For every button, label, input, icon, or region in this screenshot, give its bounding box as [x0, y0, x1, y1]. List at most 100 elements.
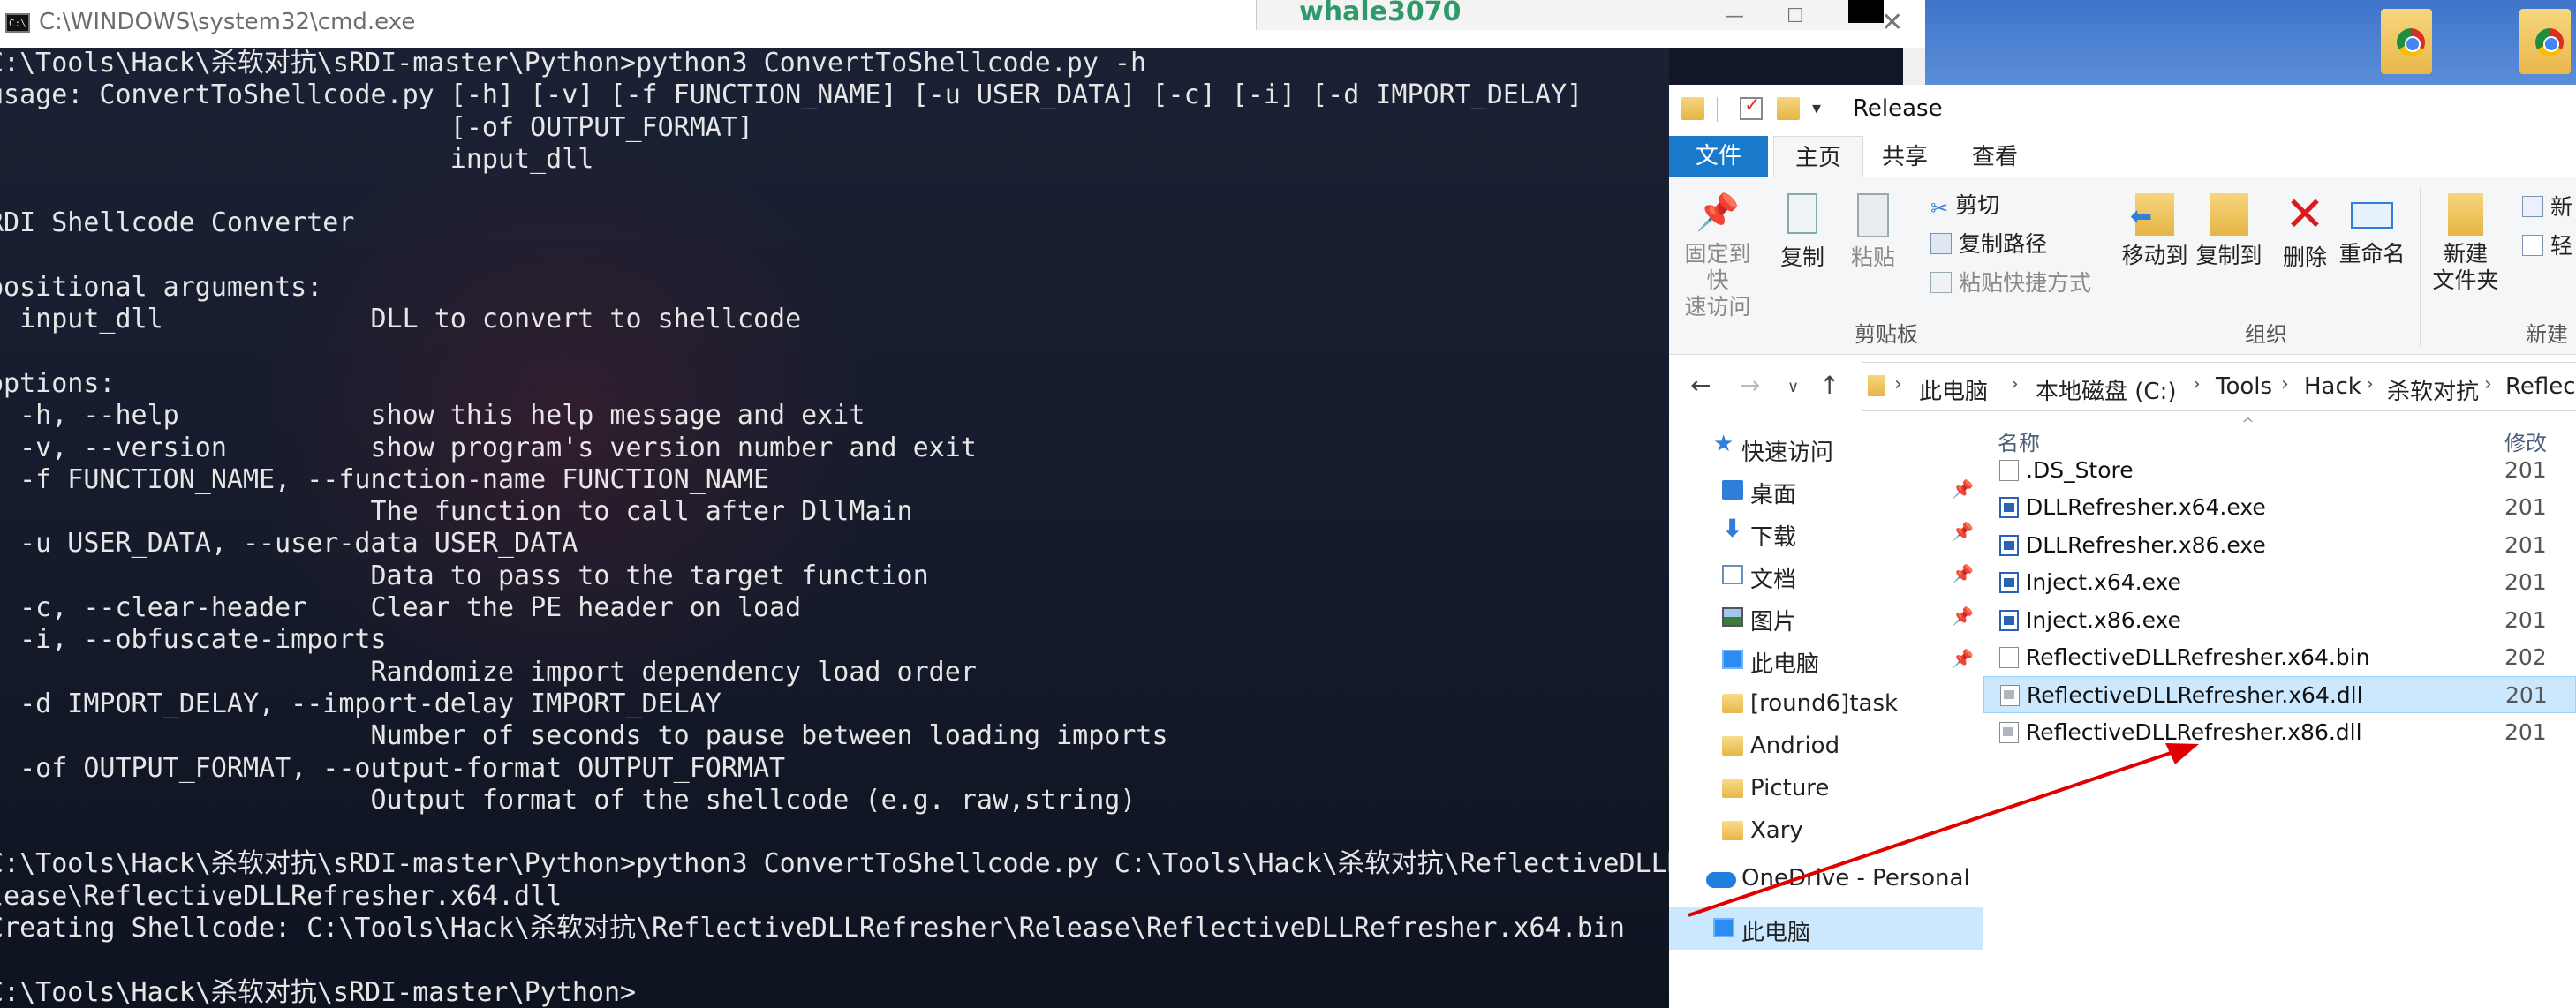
paste-shortcut-button[interactable]: 粘贴快捷方式 — [1930, 266, 2091, 297]
cut-button[interactable]: ✂ 剪切 — [1930, 188, 2000, 221]
tab-home[interactable]: 主页 — [1773, 136, 1863, 178]
copy-to-button[interactable]: 复制到 — [2194, 193, 2264, 269]
file-icon — [1999, 647, 2019, 668]
folder-icon — [1722, 821, 1743, 840]
file-row[interactable]: DLLRefresher.x64.exe 201 — [1983, 489, 2576, 526]
sidebar-item-label: Picture — [1750, 775, 1830, 801]
paste-shortcut-icon — [1930, 272, 1952, 293]
sidebar-item[interactable]: 文档 📌 — [1669, 554, 1983, 597]
file-list[interactable]: 名称 ^ 修改 .DS_Store 201 DLLRefresher.x64.exe… — [1983, 415, 2576, 1008]
new-folder-label: 新建 文件夹 — [2432, 241, 2499, 293]
copy-path-button[interactable]: 复制路径 — [1930, 227, 2047, 259]
sidebar-item[interactable]: Picture — [1669, 768, 1983, 810]
new-folder-icon[interactable] — [1777, 97, 1800, 120]
address-bar[interactable]: › 此电脑 › 本地磁盘 (C:) › Tools › Hack › 杀软对抗 … — [1862, 362, 2576, 411]
recent-locations-chevron-icon[interactable]: ∨ — [1787, 378, 1799, 396]
back-arrow-icon[interactable]: ← — [1690, 371, 1711, 400]
file-row[interactable]: Inject.x64.exe 201 — [1983, 564, 2576, 601]
breadcrumb-separator-icon: › — [2193, 373, 2201, 395]
easy-access-icon — [2522, 235, 2543, 256]
customize-toolbar-dropdown-icon[interactable]: ▾ — [1812, 97, 1821, 118]
delete-label: 删除 — [2282, 244, 2327, 270]
sidebar-item[interactable]: [round6]task — [1669, 683, 1983, 726]
desktop-chrome-shortcut[interactable] — [2376, 4, 2437, 78]
forward-arrow-icon[interactable]: → — [1740, 371, 1760, 400]
console-line: usage: ConvertToShellcode.py [-h] [-v] [… — [0, 79, 1583, 111]
console-line: C:\Tools\Hack\杀软对抗\sRDI-master\Python>py… — [0, 48, 1147, 79]
folder-icon — [1722, 736, 1743, 756]
sidebar-item[interactable]: ★ 快速访问 — [1669, 427, 1983, 470]
new-item-button[interactable]: 新 — [2522, 190, 2572, 222]
file-row[interactable]: DLLRefresher.x86.exe 201 — [1983, 527, 2576, 564]
rename-button[interactable]: 重命名 — [2337, 193, 2407, 267]
tab-file[interactable]: 文件 — [1669, 136, 1768, 177]
sidebar-item-label: Xary — [1750, 817, 1803, 844]
breadcrumb-local-disk[interactable]: 本地磁盘 (C:) — [2036, 373, 2176, 406]
explorer-titlebar[interactable]: ▾ Release — [1669, 85, 2576, 138]
cut-label: 剪切 — [1955, 192, 2000, 218]
sidebar-item[interactable]: 桌面 📌 — [1669, 470, 1983, 512]
move-to-button[interactable]: ⬅ 移动到 — [2119, 193, 2190, 269]
easy-access-button[interactable]: 轻 — [2522, 229, 2572, 260]
console-line: -i, --obfuscate-imports — [0, 624, 387, 656]
pin-icon[interactable]: 📌 — [1952, 648, 1974, 669]
sidebar-item[interactable]: Andriod — [1669, 726, 1983, 768]
sidebar-item[interactable]: Xary — [1669, 810, 1983, 853]
pin-icon[interactable]: 📌 — [1952, 521, 1974, 542]
tab-share[interactable]: 共享 — [1865, 136, 1945, 177]
sidebar-item[interactable]: 图片 📌 — [1669, 597, 1983, 639]
folder-icon — [1722, 779, 1743, 798]
breadcrumb-tools[interactable]: Tools — [2216, 373, 2272, 400]
copy-button[interactable]: 复制 — [1771, 193, 1833, 271]
sidebar-item[interactable]: OneDrive - Personal — [1669, 858, 1983, 900]
delete-button[interactable]: ✕ 删除 — [2278, 190, 2331, 271]
console-line: The function to call after DllMain — [0, 496, 913, 528]
folder-icon — [1681, 97, 1704, 120]
pin-icon[interactable]: 📌 — [1952, 478, 1974, 500]
background-window-titlebar[interactable]: whale3070 — ☐ — [1256, 0, 1884, 30]
console-line: Creating Shellcode: C:\Tools\Hack\杀软对抗\R… — [0, 913, 1625, 944]
file-row[interactable]: .DS_Store 201 — [1983, 452, 2576, 489]
ribbon-home: 📌 固定到快 速访问 复制 粘贴 ✂ 剪切 复制路径 粘贴快捷方式 剪贴板 ⬅ 移… — [1669, 177, 2576, 355]
breadcrumb-separator-icon: › — [1894, 373, 1902, 395]
pin-icon[interactable]: 📌 — [1952, 563, 1974, 584]
file-row[interactable]: Inject.x86.exe 201 — [1983, 602, 2576, 639]
divider — [2420, 188, 2421, 347]
paste-button[interactable]: 粘贴 — [1842, 193, 1904, 271]
close-icon[interactable]: ✕ — [1881, 7, 1903, 38]
sidebar-item[interactable]: 此电脑 — [1669, 907, 1983, 950]
pin-to-quick-access-button[interactable]: 📌 固定到快 速访问 — [1678, 193, 1757, 320]
file-row[interactable]: ReflectiveDLLRefresher.x64.bin 202 — [1983, 639, 2576, 676]
sidebar-item[interactable]: 此电脑 📌 — [1669, 639, 1983, 681]
download-icon: ⬇ — [1722, 514, 1743, 543]
breadcrumb-av-evasion[interactable]: 杀软对抗 — [2387, 373, 2479, 406]
up-arrow-icon[interactable]: ↑ — [1819, 371, 1839, 400]
star-icon: ★ — [1713, 431, 1734, 457]
breadcrumb-separator-icon: › — [2484, 373, 2492, 395]
new-folder-button[interactable]: 新建 文件夹 — [2430, 193, 2501, 294]
file-row[interactable]: ReflectiveDLLRefresher.x64.dll 201 — [1983, 676, 2576, 714]
sidebar-item[interactable]: ⬇ 下载 📌 — [1669, 512, 1983, 554]
maximize-icon[interactable]: ☐ — [1787, 5, 1804, 27]
console-line: options: — [0, 367, 116, 399]
file-modified-date: 201 — [2504, 531, 2547, 558]
delete-icon: ✕ — [2285, 186, 2325, 242]
new-group-label: 新建 — [2526, 322, 2568, 347]
pin-icon[interactable]: 📌 — [1952, 606, 1974, 627]
background-window-close-region[interactable] — [1848, 0, 1884, 23]
console-line: C:\Tools\Hack\杀软对抗\sRDI-master\Python>py… — [0, 848, 1669, 880]
breadcrumb-reflective[interactable]: ReflectiveD — [2505, 373, 2576, 400]
tab-view[interactable]: 查看 — [1955, 136, 2035, 177]
file-row[interactable]: ReflectiveDLLRefresher.x86.dll 201 — [1983, 714, 2576, 751]
properties-icon[interactable] — [1740, 94, 1763, 120]
minimize-icon[interactable]: — — [1725, 5, 1744, 27]
desktop-folder-shortcut[interactable] — [2514, 4, 2576, 78]
cmd-titlebar[interactable]: C:\ C:\WINDOWS\system32\cmd.exe whale307… — [0, 0, 1925, 48]
file-name: DLLRefresher.x64.exe — [2026, 494, 2266, 521]
breadcrumb-this-pc[interactable]: 此电脑 — [1919, 373, 1988, 406]
console-line: input_dll DLL to convert to shellcode — [0, 304, 802, 335]
cmd-console[interactable]: C:\Tools\Hack\杀软对抗\sRDI-master\Python>py… — [0, 48, 1669, 1008]
breadcrumb-hack[interactable]: Hack — [2304, 373, 2361, 400]
navigation-pane[interactable]: ★ 快速访问 桌面 📌 ⬇ 下载 📌 文档 📌 图片 📌 此电脑 📌 [round6]task Andrio… — [1669, 417, 1983, 1008]
